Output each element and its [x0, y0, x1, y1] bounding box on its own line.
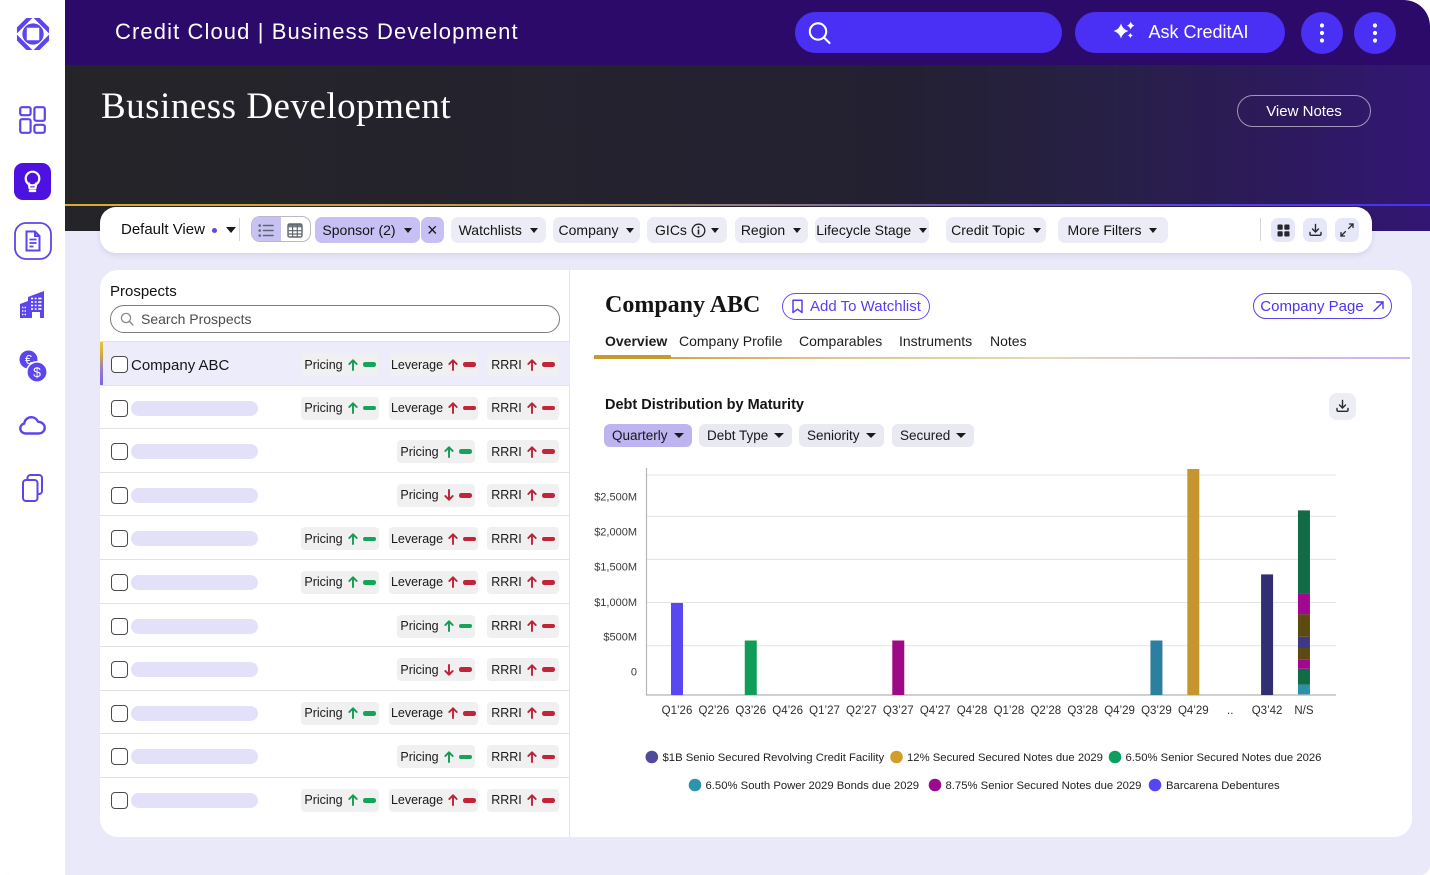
svg-text:8.75% Senior Secured Notes due: 8.75% Senior Secured Notes due 2029 [946, 780, 1142, 792]
svg-text:Barcarena Debentures: Barcarena Debentures [1166, 780, 1280, 792]
svg-text:Q4’29: Q4’29 [1178, 705, 1209, 717]
svg-text:Q3’29: Q3’29 [1141, 705, 1172, 717]
svg-text:0: 0 [631, 666, 637, 678]
svg-text:$500M: $500M [603, 632, 637, 644]
svg-text:Q3’28: Q3’28 [1067, 705, 1098, 717]
svg-text:Q2’28: Q2’28 [1030, 705, 1061, 717]
svg-text:Q3’26: Q3’26 [735, 705, 766, 717]
svg-text:Q1’28: Q1’28 [994, 705, 1025, 717]
svg-text:Q4’27: Q4’27 [920, 705, 951, 717]
svg-text:12% Secured Secured Notes due: 12% Secured Secured Notes due 2029 [907, 752, 1103, 764]
svg-text:Q1’27: Q1’27 [809, 705, 840, 717]
svg-text:6.50% Senior Secured Notes due: 6.50% Senior Secured Notes due 2026 [1126, 752, 1322, 764]
svg-text:$1B Senio Secured Revolving Cr: $1B Senio Secured Revolving Credit Facil… [663, 752, 885, 764]
svg-text:Q3’42: Q3’42 [1252, 705, 1283, 717]
svg-text:$1,000M: $1,000M [594, 597, 637, 609]
svg-text:Q1’26: Q1’26 [662, 705, 693, 717]
svg-text:..: .. [1227, 705, 1233, 717]
svg-text:Q2’26: Q2’26 [699, 705, 730, 717]
svg-text:$2,000M: $2,000M [594, 526, 637, 538]
svg-text:Q4’28: Q4’28 [957, 705, 988, 717]
svg-text:6.50% South Power 2029 Bonds d: 6.50% South Power 2029 Bonds due 2029 [706, 780, 920, 792]
svg-text:Q4’29: Q4’29 [1104, 705, 1135, 717]
svg-text:$: $ [33, 364, 41, 380]
svg-text:$2,500M: $2,500M [594, 492, 637, 504]
svg-text:Q2’27: Q2’27 [846, 705, 877, 717]
svg-text:Q4’26: Q4’26 [772, 705, 803, 717]
svg-text:Q3’27: Q3’27 [883, 705, 914, 717]
svg-text:N/S: N/S [1294, 705, 1314, 717]
svg-text:$1,500M: $1,500M [594, 561, 637, 573]
